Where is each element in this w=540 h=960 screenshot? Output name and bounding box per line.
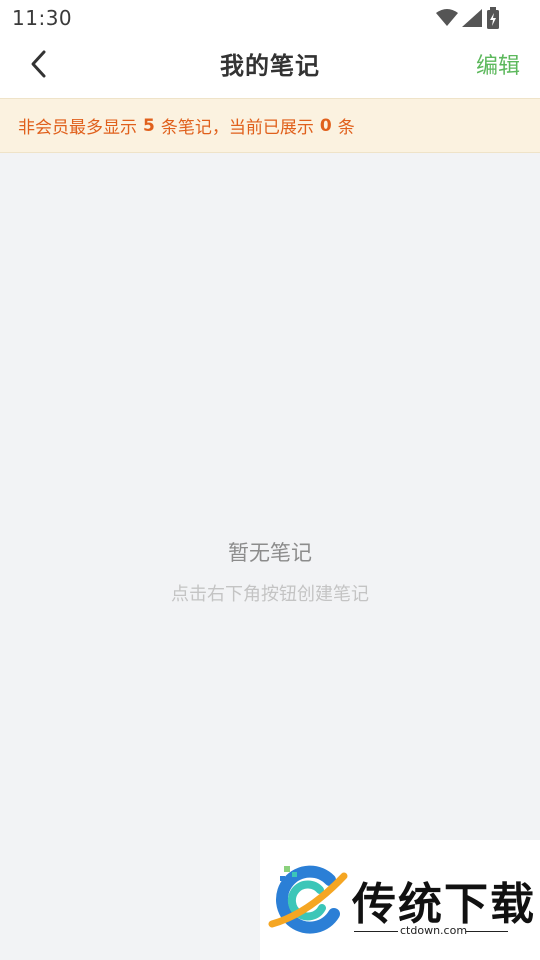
notice-max-count: 5 (143, 115, 155, 136)
empty-state-title: 暂无笔记 (228, 541, 312, 565)
edit-button[interactable]: 编辑 (476, 48, 520, 80)
status-icons (436, 7, 500, 29)
nav-bar: 我的笔记 编辑 (0, 36, 540, 98)
watermark-logo-icon (268, 862, 348, 946)
status-bar: 11:30 (0, 0, 540, 36)
cell-signal-icon (462, 9, 482, 27)
empty-state-hint: 点击右下角按钮创建笔记 (171, 584, 369, 605)
member-limit-notice: 非会员最多显示 5 条笔记，当前已展示 0 条 (0, 98, 540, 153)
battery-charging-icon (486, 7, 500, 29)
notice-prefix: 非会员最多显示 (18, 118, 137, 138)
notice-middle: 条笔记，当前已展示 (160, 118, 314, 138)
watermark-divider (354, 931, 398, 932)
watermark-domain: ctdown.com (400, 924, 468, 937)
notice-suffix: 条 (337, 118, 355, 138)
watermark-brand: 传统下载 (352, 879, 536, 930)
notice-shown-count: 0 (319, 115, 332, 136)
watermark-divider (466, 931, 508, 932)
page-title: 我的笔记 (220, 52, 320, 80)
status-time: 11:30 (12, 6, 73, 30)
wifi-icon (436, 9, 458, 27)
watermark: 传统下载 ctdown.com (260, 840, 540, 960)
